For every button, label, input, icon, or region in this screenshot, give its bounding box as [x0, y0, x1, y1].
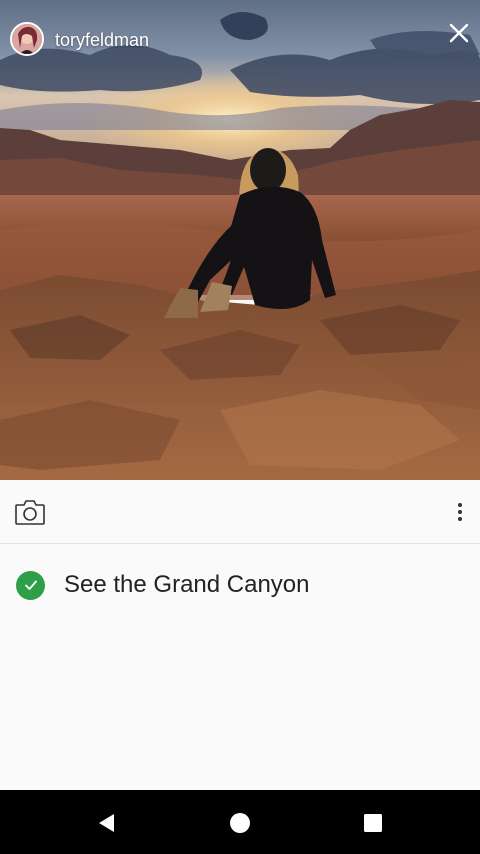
- home-circle-icon: [230, 813, 250, 833]
- close-icon: [449, 23, 469, 43]
- camera-button[interactable]: [14, 497, 46, 527]
- more-options-button[interactable]: [448, 498, 472, 526]
- more-vertical-icon: [458, 503, 462, 507]
- recents-button[interactable]: [360, 810, 386, 836]
- back-triangle-icon: [99, 814, 114, 832]
- action-toolbar: [0, 480, 480, 544]
- checkmark-icon: [24, 580, 37, 590]
- goal-item[interactable]: See the Grand Canyon: [0, 544, 480, 626]
- home-button[interactable]: [227, 810, 253, 836]
- user-avatar[interactable]: [10, 22, 44, 56]
- recents-square-icon: [364, 814, 382, 832]
- username[interactable]: toryfeldman: [55, 30, 149, 51]
- story-header: toryfeldman: [0, 0, 480, 80]
- goal-title: See the Grand Canyon: [64, 571, 310, 598]
- close-button[interactable]: [446, 20, 472, 46]
- completed-check-button[interactable]: [16, 570, 45, 600]
- back-button[interactable]: [94, 810, 120, 836]
- camera-icon: [15, 500, 45, 525]
- system-navigation-bar: [0, 790, 480, 854]
